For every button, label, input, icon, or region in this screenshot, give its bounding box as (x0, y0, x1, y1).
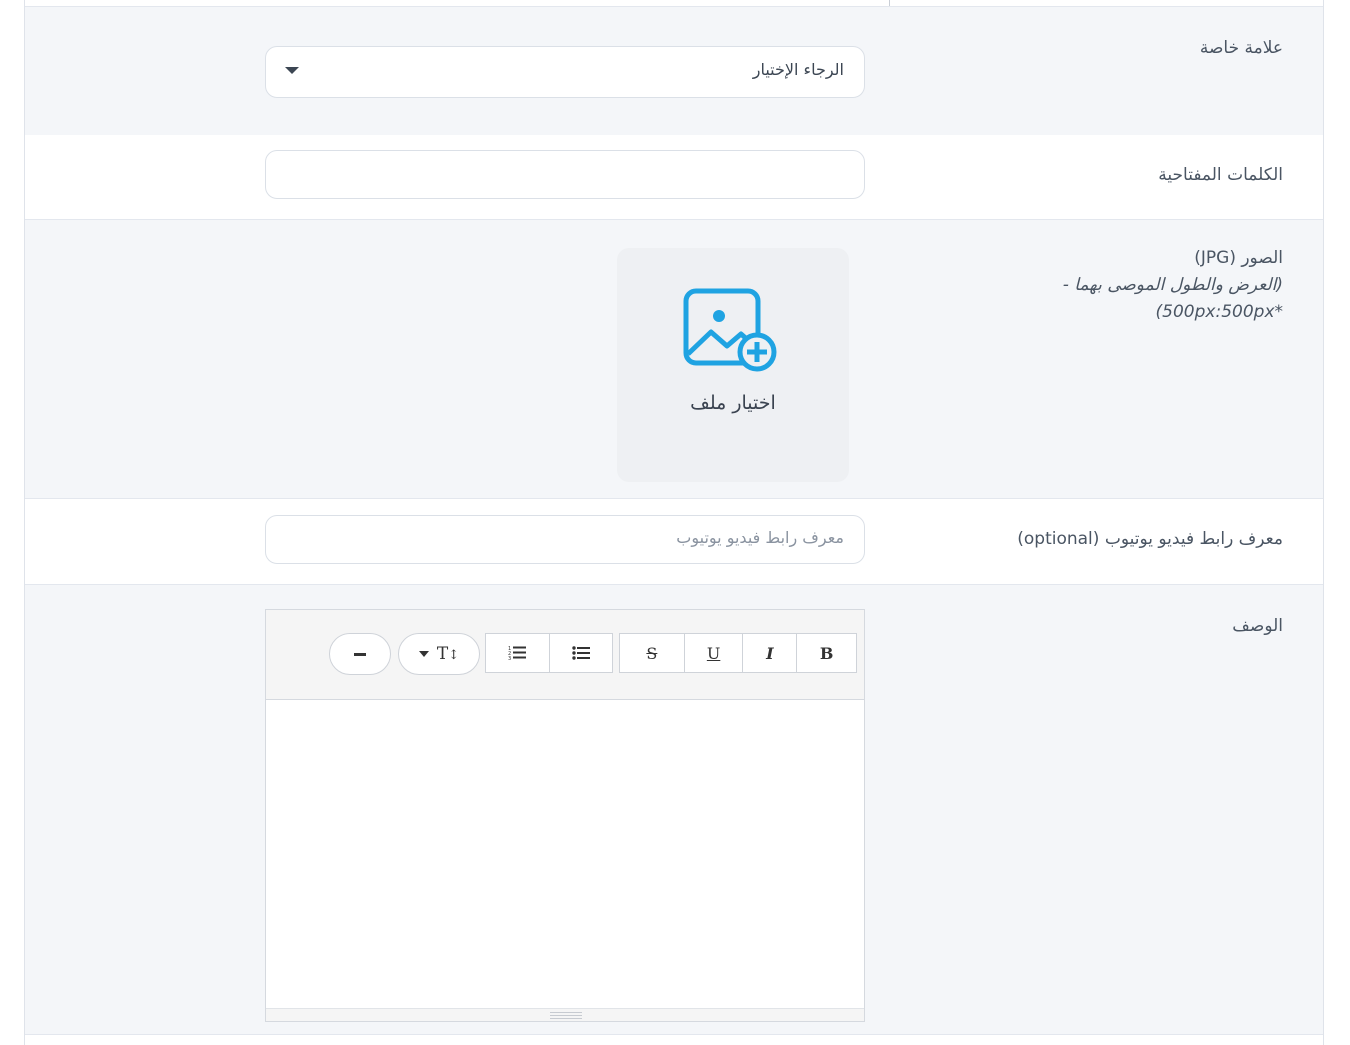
bold-icon: B (819, 643, 834, 663)
row-youtube: معرف رابط فيديو يوتيوب (optional) معرف ر… (25, 499, 1323, 585)
minus-icon (354, 652, 366, 656)
ordered-list-button[interactable]: 1 2 3 (486, 634, 549, 672)
svg-text:3: 3 (508, 656, 511, 661)
brand-label: علامة خاصة (1199, 38, 1283, 58)
row-images: الصور (JPG) (العرض والطول الموصى بهما - … (25, 220, 1323, 499)
add-image-icon (683, 288, 777, 372)
description-label: الوصف (1232, 616, 1283, 636)
images-label: الصور (JPG) (1194, 248, 1283, 268)
caret-down-icon (418, 651, 429, 657)
underline-button[interactable]: U (683, 634, 743, 672)
images-hint-line2: *500px:500px) (1155, 302, 1283, 322)
description-editor: T↕ 1 2 3 S U I B (265, 609, 865, 1022)
youtube-label: معرف رابط فيديو يوتيوب (optional) (1017, 529, 1283, 549)
unordered-list-icon (572, 646, 590, 660)
strikethrough-icon: S (646, 643, 658, 663)
format-button-group: S U I B (619, 633, 857, 673)
images-hint: (العرض والطول الموصى بهما - (1063, 272, 1283, 299)
editor-toolbar: T↕ 1 2 3 S U I B (266, 610, 864, 700)
row-keywords: الكلمات المفتاحية (25, 135, 1323, 220)
horizontal-rule-button[interactable] (329, 633, 391, 675)
images-hint-line1: (العرض والطول الموصى بهما - (1062, 275, 1283, 295)
row-description: الوصف T↕ 1 2 3 S U I B (25, 585, 1323, 1035)
youtube-input-placeholder: معرف رابط فيديو يوتيوب (676, 528, 844, 547)
youtube-input[interactable]: معرف رابط فيديو يوتيوب (265, 515, 865, 564)
row-brand: علامة خاصة الرجاء الإختيار (25, 6, 1323, 136)
underline-icon: U (706, 643, 721, 663)
italic-icon: I (766, 643, 774, 663)
font-size-glyph: T (436, 644, 449, 664)
images-hint-2: *500px:500px) (1063, 299, 1283, 326)
keywords-label: الكلمات المفتاحية (1158, 165, 1283, 185)
text-height-icon: T↕ (436, 644, 460, 664)
strikethrough-button[interactable]: S (620, 634, 684, 672)
upload-label: اختيار ملف (690, 392, 776, 414)
font-size-button[interactable]: T↕ (398, 633, 480, 675)
list-button-group: 1 2 3 (485, 633, 613, 673)
italic-button[interactable]: I (742, 634, 796, 672)
images-label-block: الصور (JPG) (العرض والطول الموصى بهما - … (1063, 245, 1283, 326)
ordered-list-icon: 1 2 3 (508, 646, 527, 661)
brand-select[interactable]: الرجاء الإختيار (265, 46, 865, 98)
unordered-list-button[interactable] (548, 634, 613, 672)
form-table: علامة خاصة الرجاء الإختيار الكلمات المفت… (24, 0, 1324, 1045)
image-upload-button[interactable]: اختيار ملف (617, 248, 849, 482)
editor-content-area[interactable] (266, 700, 864, 1008)
editor-resize-handle[interactable] (266, 1008, 864, 1021)
chevron-down-icon (285, 67, 299, 74)
keywords-input[interactable] (265, 150, 865, 199)
grip-icon (550, 1012, 582, 1019)
brand-select-value: الرجاء الإختيار (752, 60, 844, 79)
row-next (25, 1035, 1323, 1045)
bold-button[interactable]: B (796, 634, 856, 672)
